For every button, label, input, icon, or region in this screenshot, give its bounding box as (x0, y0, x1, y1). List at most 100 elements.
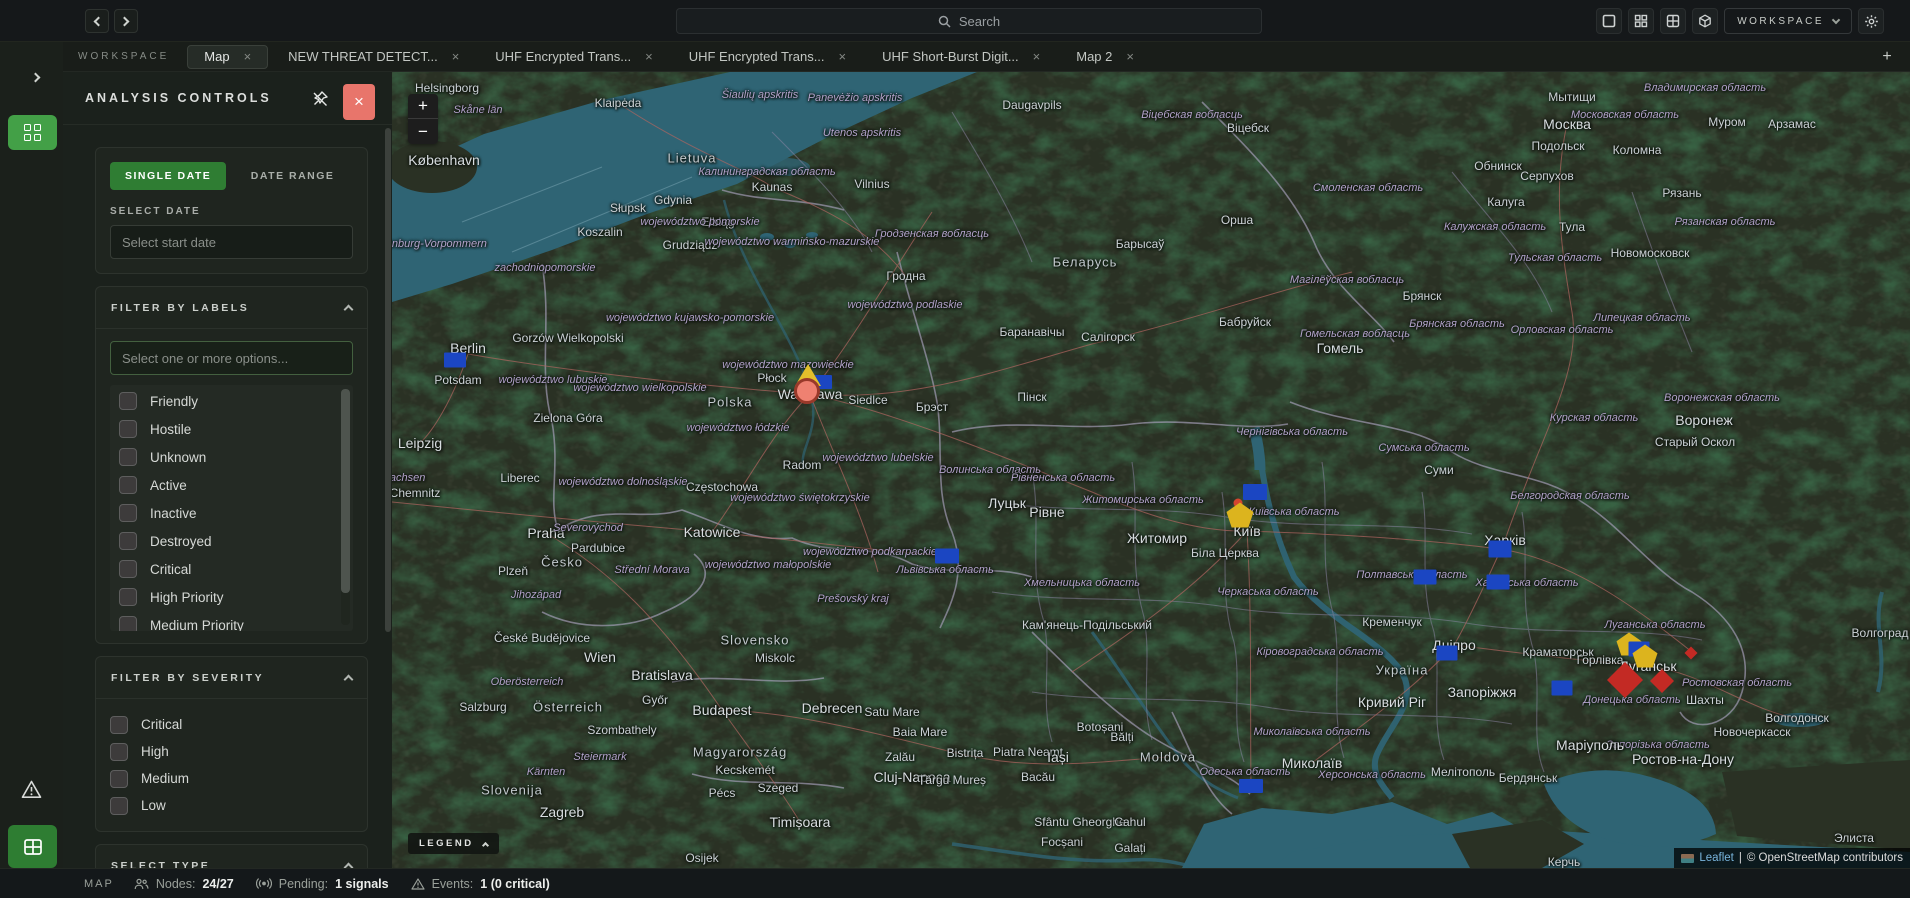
tab[interactable]: Map 2 × (1060, 45, 1150, 69)
tab-close-icon[interactable]: × (452, 49, 460, 64)
map-label: Житомир (1126, 530, 1188, 546)
rail-map-grid-button[interactable] (8, 825, 57, 868)
severity-option-row[interactable]: High (110, 738, 353, 765)
type-filter-title: SELECT TYPE (111, 859, 211, 869)
map-label: Суми (1424, 463, 1454, 477)
map-label: Гродна (886, 269, 926, 283)
zoom-out-button[interactable]: − (408, 119, 438, 144)
label-option-row[interactable]: Active (119, 471, 353, 499)
map-marker[interactable] (1488, 540, 1512, 558)
severity-option-row[interactable]: Low (110, 792, 353, 819)
tab-close-icon[interactable]: × (839, 49, 847, 64)
map-marker[interactable] (444, 352, 466, 368)
start-date-input[interactable] (110, 225, 353, 259)
panel-scrollbar-thumb[interactable] (385, 128, 391, 632)
tab-close-icon[interactable]: × (645, 49, 653, 64)
checkbox[interactable] (110, 769, 128, 788)
expand-rail-button[interactable] (26, 66, 48, 88)
list-scrollbar-thumb[interactable] (341, 389, 350, 593)
checkbox[interactable] (110, 796, 128, 815)
close-panel-button[interactable]: × (343, 84, 375, 120)
nav-back-button[interactable] (85, 9, 109, 33)
checkbox[interactable] (119, 448, 137, 466)
map-label: Baia Mare (892, 725, 948, 739)
tab[interactable]: UHF Short-Burst Digit... × (866, 45, 1056, 69)
severity-filter-header[interactable]: FILTER BY SEVERITY (96, 657, 367, 699)
list-scrollbar[interactable] (341, 389, 350, 625)
severity-filter-title: FILTER BY SEVERITY (111, 671, 265, 684)
label-option-row[interactable]: Medium Priority (119, 611, 353, 631)
severity-option-row[interactable]: Medium (110, 765, 353, 792)
zoom-in-button[interactable]: + (408, 94, 438, 119)
map-label: Гродзенская вобласць (874, 228, 990, 240)
map-label: Mecklenburg-Vorpommern (392, 238, 487, 250)
labels-multiselect-input[interactable] (110, 341, 353, 375)
checkbox[interactable] (110, 742, 128, 761)
checkbox[interactable] (119, 504, 137, 522)
option-label: Friendly (150, 393, 199, 409)
type-filter-header[interactable]: SELECT TYPE (96, 845, 367, 868)
unpin-panel-button[interactable] (310, 89, 330, 109)
globe-button[interactable] (1692, 8, 1719, 34)
checkbox[interactable] (119, 420, 137, 438)
leaflet-link[interactable]: Leaflet (1699, 852, 1734, 864)
label-option-row[interactable]: Unknown (119, 443, 353, 471)
rail-alerts-button[interactable] (21, 780, 42, 804)
single-date-toggle[interactable]: SINGLE DATE (110, 162, 227, 190)
map-marker[interactable] (1239, 779, 1263, 793)
label-option-row[interactable]: Inactive (119, 499, 353, 527)
panel-layout-button[interactable] (1596, 8, 1623, 34)
map-label: Новочеркасск (1713, 725, 1791, 739)
checkbox[interactable] (119, 532, 137, 550)
legend-toggle-button[interactable]: LEGEND (408, 833, 499, 854)
map-marker[interactable] (1486, 574, 1510, 590)
map-marker[interactable] (1243, 484, 1267, 500)
label-option-row[interactable]: Hostile (119, 415, 353, 443)
label-option-row[interactable]: High Priority (119, 583, 353, 611)
map-marker[interactable] (794, 378, 820, 404)
map-label: Новомосковск (1610, 246, 1690, 260)
checkbox[interactable] (119, 476, 137, 494)
tab-close-icon[interactable]: × (244, 49, 252, 64)
new-tab-button[interactable]: + (1876, 46, 1898, 68)
map-marker[interactable] (935, 548, 959, 564)
labels-filter-header[interactable]: FILTER BY LABELS (96, 287, 367, 329)
map-marker[interactable] (1413, 569, 1437, 585)
checkbox[interactable] (119, 588, 137, 606)
label-option-row[interactable]: Friendly (119, 387, 353, 415)
nav-forward-button[interactable] (114, 9, 138, 33)
label-option-row[interactable]: Critical (119, 555, 353, 583)
map-canvas[interactable]: Helsingborg Skåne län København Klaipėda… (392, 72, 1910, 868)
checkbox[interactable] (119, 392, 137, 410)
checkbox[interactable] (110, 715, 128, 734)
tab-close-icon[interactable]: × (1126, 49, 1134, 64)
settings-button[interactable] (1858, 8, 1884, 34)
search-input[interactable]: Search (676, 8, 1262, 34)
tab-close-icon[interactable]: × (1033, 49, 1041, 64)
tab[interactable]: Map × (187, 44, 269, 69)
map-marker[interactable] (1436, 645, 1458, 661)
map-label: Österreich (533, 699, 603, 715)
map-label: Брэст (915, 400, 949, 414)
map-label: województwo mazowieckie (722, 359, 854, 371)
label-option-row[interactable]: Destroyed (119, 527, 353, 555)
map-label: Bălți (1110, 730, 1134, 744)
checkbox[interactable] (119, 616, 137, 631)
dashboard-icon (24, 124, 41, 141)
map-label: Moldova (1139, 749, 1197, 765)
tab[interactable]: NEW THREAT DETECT... × (272, 45, 475, 69)
map-label: Орша (1220, 213, 1254, 227)
rail-dashboard-button[interactable] (8, 115, 57, 150)
gear-icon (1864, 14, 1878, 28)
dashboard-button[interactable] (1628, 8, 1655, 34)
severity-option-row[interactable]: Critical (110, 711, 353, 738)
map-label: Старый Оскол (1654, 435, 1736, 449)
table-view-button[interactable] (1660, 8, 1687, 34)
workspace-dropdown[interactable]: WORKSPACE (1724, 8, 1852, 34)
date-range-toggle[interactable]: DATE RANGE (251, 170, 335, 182)
tab[interactable]: UHF Encrypted Trans... × (673, 45, 862, 69)
map-marker[interactable] (1551, 680, 1573, 696)
pending-value: 1 signals (335, 876, 389, 891)
tab[interactable]: UHF Encrypted Trans... × (479, 45, 668, 69)
checkbox[interactable] (119, 560, 137, 578)
